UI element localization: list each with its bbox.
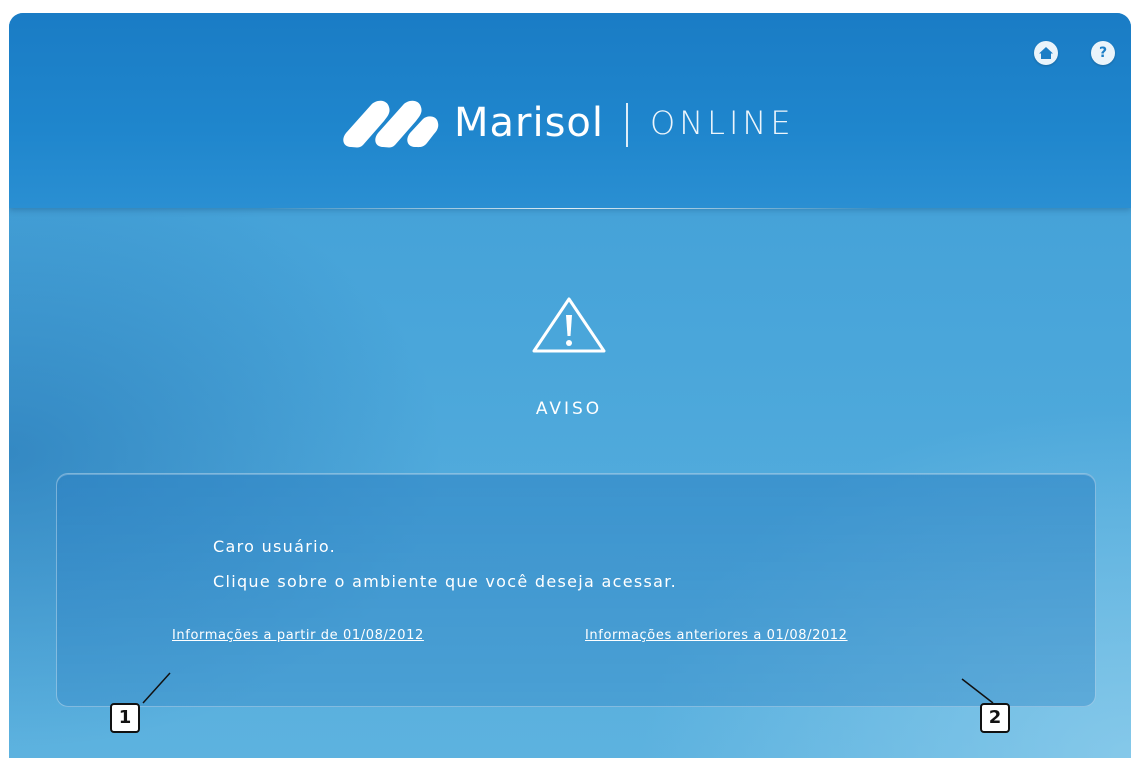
callout-1-badge: 1: [110, 703, 140, 733]
callout-pointers: [142, 672, 994, 704]
callout-2-badge: 2: [980, 703, 1010, 733]
